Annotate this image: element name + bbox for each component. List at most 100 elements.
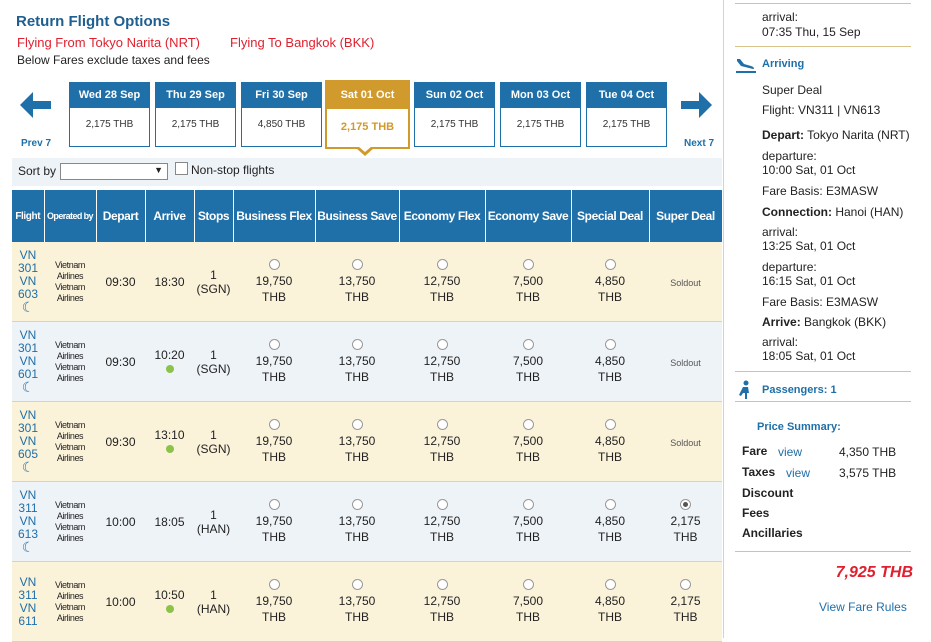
fare-cell-business-save[interactable]: 13,750 THB xyxy=(315,561,399,642)
fare-radio[interactable] xyxy=(268,418,280,430)
fare-cell-economy-save[interactable]: 7,500 THB xyxy=(485,242,571,322)
fare-cell-business-flex[interactable]: 19,750 THB xyxy=(233,481,315,562)
fare-radio[interactable] xyxy=(268,258,280,270)
flight-cell[interactable]: VN 311 VN 613 ☾ xyxy=(12,481,44,562)
summary-divider xyxy=(735,46,911,47)
fare-radio[interactable] xyxy=(604,418,616,430)
stops-airport: (SGN) xyxy=(196,361,231,376)
fare-cell-economy-flex[interactable]: 12,750 THB xyxy=(399,561,485,642)
fare-view-link[interactable]: view xyxy=(778,445,802,459)
fare-radio[interactable] xyxy=(436,498,448,510)
flight-code[interactable]: VN xyxy=(12,601,44,615)
fare-cell-special-deal[interactable]: 4,850 THB xyxy=(571,561,649,642)
fare-radio-selected[interactable] xyxy=(680,498,691,510)
fare-radio[interactable] xyxy=(268,338,280,350)
flight-code[interactable]: VN xyxy=(12,575,44,589)
fare-cell-economy-flex[interactable]: 12,750 THB xyxy=(399,481,485,562)
fare-cell-economy-flex[interactable]: 12,750 THB xyxy=(399,242,485,322)
fare-radio[interactable] xyxy=(436,338,448,350)
fare-currency: THB xyxy=(345,289,369,304)
prev-7-link[interactable]: Prev 7 xyxy=(21,138,51,149)
fare-radio[interactable] xyxy=(522,418,534,430)
fare-radio[interactable] xyxy=(604,258,616,270)
fare-cell-super-deal[interactable]: 2,175 THB xyxy=(649,481,722,562)
fare-cell-special-deal[interactable]: 4,850 THB xyxy=(571,481,649,562)
flying-from-label: Flying From Tokyo Narita (NRT) xyxy=(17,35,200,50)
fare-radio[interactable] xyxy=(268,498,280,510)
fare-radio[interactable] xyxy=(680,578,691,590)
arrive-line: Arrive: Bangkok (BKK) xyxy=(762,315,886,329)
operator-name: Airlines xyxy=(56,452,84,463)
fare-radio[interactable] xyxy=(436,578,448,590)
depart-time: 10:00 xyxy=(96,481,145,562)
taxes-view-link[interactable]: view xyxy=(786,466,810,480)
fare-radio[interactable] xyxy=(436,418,448,430)
moon-icon: ☾ xyxy=(21,539,35,555)
non-stop-checkbox[interactable] xyxy=(175,162,188,175)
fare-radio[interactable] xyxy=(351,498,363,510)
fare-cell-business-save[interactable]: 13,750 THB xyxy=(315,321,399,402)
fare-currency: THB xyxy=(598,529,622,544)
flight-cell[interactable]: VN 301 VN 601 ☾ xyxy=(12,321,44,402)
fare-cell-business-flex[interactable]: 19,750 THB xyxy=(233,561,315,642)
date-tab-thu-29-sep[interactable]: Thu 29 Sep 2,175 THB xyxy=(155,82,236,147)
fare-radio[interactable] xyxy=(604,578,616,590)
depart-label: Depart: xyxy=(762,128,805,142)
fare-cell-economy-save[interactable]: 7,500 THB xyxy=(485,481,571,562)
fare-cell-super-deal[interactable]: 2,175 THB xyxy=(649,561,722,642)
date-tab-price: 4,850 THB xyxy=(257,119,306,130)
view-fare-rules-link[interactable]: View Fare Rules xyxy=(819,600,907,614)
flight-cell[interactable]: VN 301 VN 605 ☾ xyxy=(12,401,44,482)
fare-cell-business-flex[interactable]: 19,750 THB xyxy=(233,242,315,322)
fare-radio[interactable] xyxy=(268,578,280,590)
fare-radio[interactable] xyxy=(522,258,534,270)
date-tab-sun-02-oct[interactable]: Sun 02 Oct 2,175 THB xyxy=(414,82,495,147)
fare-cell-business-flex[interactable]: 19,750 THB xyxy=(233,321,315,402)
next-7-link[interactable]: Next 7 xyxy=(684,138,714,149)
flight-cell[interactable]: VN 301 VN 603 ☾ xyxy=(12,242,44,322)
fare-currency: THB xyxy=(516,369,540,384)
date-tab-wed-28-sep[interactable]: Wed 28 Sep 2,175 THB xyxy=(69,82,150,147)
chevron-down-icon: ▼ xyxy=(154,165,163,175)
fare-cell-business-save[interactable]: 13,750 THB xyxy=(315,481,399,562)
fare-radio[interactable] xyxy=(351,258,363,270)
fare-radio[interactable] xyxy=(604,498,616,510)
date-tab-sat-01-oct-selected[interactable]: Sat 01 Oct 2,175 THB xyxy=(325,80,410,149)
fare-cell-economy-save[interactable]: 7,500 THB xyxy=(485,401,571,482)
date-tab-fri-30-sep[interactable]: Fri 30 Sep 4,850 THB xyxy=(241,82,322,147)
arrive-time: 18:05 xyxy=(145,481,194,562)
next-arrow-icon[interactable] xyxy=(679,90,715,120)
date-tab-mon-03-oct[interactable]: Mon 03 Oct 2,175 THB xyxy=(500,82,581,147)
fare-cell-business-flex[interactable]: 19,750 THB xyxy=(233,401,315,482)
fare-radio[interactable] xyxy=(604,338,616,350)
fare-radio[interactable] xyxy=(351,418,363,430)
fare-radio[interactable] xyxy=(522,498,534,510)
flight-number[interactable]: 311 xyxy=(12,588,44,602)
fare-radio[interactable] xyxy=(351,338,363,350)
next-day-dot-icon xyxy=(165,604,174,613)
fare-radio[interactable] xyxy=(436,258,448,270)
prev-arrow-icon[interactable] xyxy=(17,90,53,120)
fare-cell-special-deal[interactable]: 4,850 THB xyxy=(571,401,649,482)
sort-by-select[interactable]: ▼ xyxy=(60,163,168,180)
fare-cell-business-save[interactable]: 13,750 THB xyxy=(315,401,399,482)
date-tab-tue-04-oct[interactable]: Tue 04 Oct 2,175 THB xyxy=(586,82,667,147)
fare-cell-economy-flex[interactable]: 12,750 THB xyxy=(399,321,485,402)
fare-cell-business-save[interactable]: 13,750 THB xyxy=(315,242,399,322)
fare-cell-special-deal[interactable]: 4,850 THB xyxy=(571,242,649,322)
col-header-arrive: Arrive xyxy=(145,190,195,242)
stops-count: 1 xyxy=(210,587,217,602)
fare-currency: THB xyxy=(345,529,369,544)
fare-radio[interactable] xyxy=(522,338,534,350)
fare-radio[interactable] xyxy=(351,578,363,590)
stops-count: 1 xyxy=(210,267,217,282)
fare-price: 12,750 xyxy=(423,433,461,448)
flight-cell[interactable]: VN 311 VN 611 xyxy=(12,561,44,642)
fare-cell-economy-flex[interactable]: 12,750 THB xyxy=(399,401,485,482)
flight-number[interactable]: 611 xyxy=(12,614,44,628)
fare-cell-economy-save[interactable]: 7,500 THB xyxy=(485,561,571,642)
fare-cell-special-deal[interactable]: 4,850 THB xyxy=(571,321,649,402)
fare-cell-economy-save[interactable]: 7,500 THB xyxy=(485,321,571,402)
fare-radio[interactable] xyxy=(522,578,534,590)
next-day-dot-icon xyxy=(165,444,174,453)
